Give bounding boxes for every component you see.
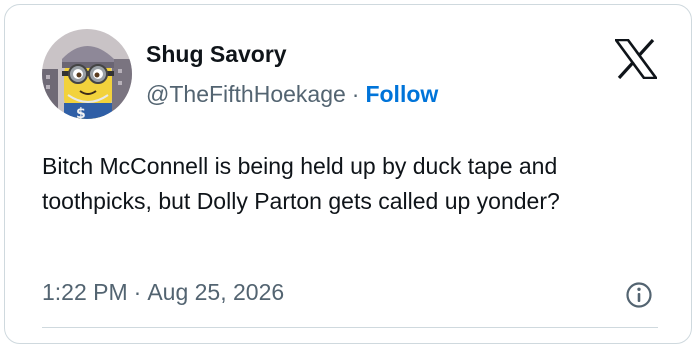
- x-logo-icon[interactable]: [613, 38, 659, 80]
- info-icon[interactable]: [625, 281, 653, 309]
- tweet-time: 1:22 PM: [42, 279, 128, 305]
- author-name[interactable]: Shug Savory: [146, 41, 287, 68]
- svg-text:$: $: [76, 106, 86, 119]
- timestamp-separator: ·: [133, 279, 142, 305]
- author-handle-row: @TheFifthHoekage · Follow: [146, 81, 438, 108]
- handle-separator: ·: [351, 81, 360, 107]
- tweet-timestamp[interactable]: 1:22 PM · Aug 25, 2026: [42, 279, 284, 306]
- author-handle[interactable]: @TheFifthHoekage: [146, 81, 346, 107]
- author-avatar[interactable]: $: [42, 29, 132, 119]
- minion-avatar-image: $: [42, 29, 132, 119]
- tweet-text: Bitch McConnell is being held up by duck…: [42, 153, 560, 214]
- tweet-card: $ Shug Savory @TheFifthHoekage · Follow Bi…: [4, 4, 692, 344]
- card-divider: [42, 327, 658, 328]
- tweet-date: Aug 25, 2026: [147, 279, 285, 305]
- follow-button[interactable]: Follow: [365, 81, 438, 107]
